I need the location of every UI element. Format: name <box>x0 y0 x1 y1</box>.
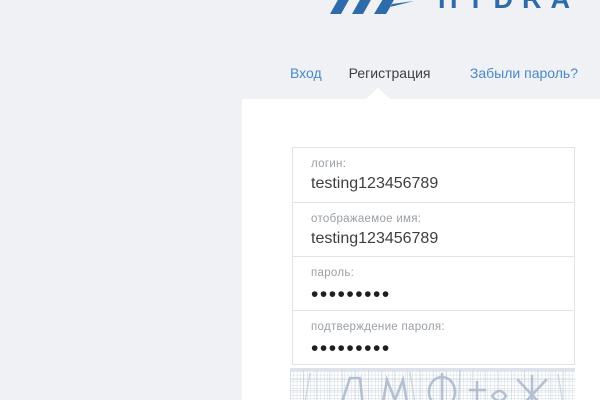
display-name-label: отображаемое имя: <box>311 212 556 226</box>
registration-panel: логин: отображаемое имя: пароль: подтвер… <box>242 99 600 400</box>
login-field[interactable]: логин: <box>292 147 575 203</box>
active-tab-pointer <box>366 88 390 99</box>
logo-text: HYDRA <box>438 0 579 13</box>
site-logo: HYDRA <box>330 0 579 14</box>
registration-form: логин: отображаемое имя: пароль: подтвер… <box>292 147 575 400</box>
auth-tabs: Вход Регистрация Забыли пароль? <box>290 65 578 81</box>
password-confirm-input[interactable] <box>311 337 556 361</box>
password-input[interactable] <box>311 283 556 307</box>
password-confirm-label: подтверждение пароля: <box>311 320 556 334</box>
tab-login[interactable]: Вход <box>290 65 322 81</box>
captcha-image <box>290 368 575 400</box>
display-name-input[interactable] <box>311 229 556 249</box>
tab-forgot-password[interactable]: Забыли пароль? <box>470 65 578 81</box>
hydra-stripes-icon <box>330 0 414 14</box>
tab-register[interactable]: Регистрация <box>349 65 431 81</box>
password-field[interactable]: пароль: <box>292 256 575 311</box>
password-confirm-field[interactable]: подтверждение пароля: <box>292 310 575 365</box>
login-label: логин: <box>311 157 556 171</box>
password-label: пароль: <box>311 266 556 280</box>
display-name-field[interactable]: отображаемое имя: <box>292 202 575 257</box>
login-input[interactable] <box>311 174 556 194</box>
